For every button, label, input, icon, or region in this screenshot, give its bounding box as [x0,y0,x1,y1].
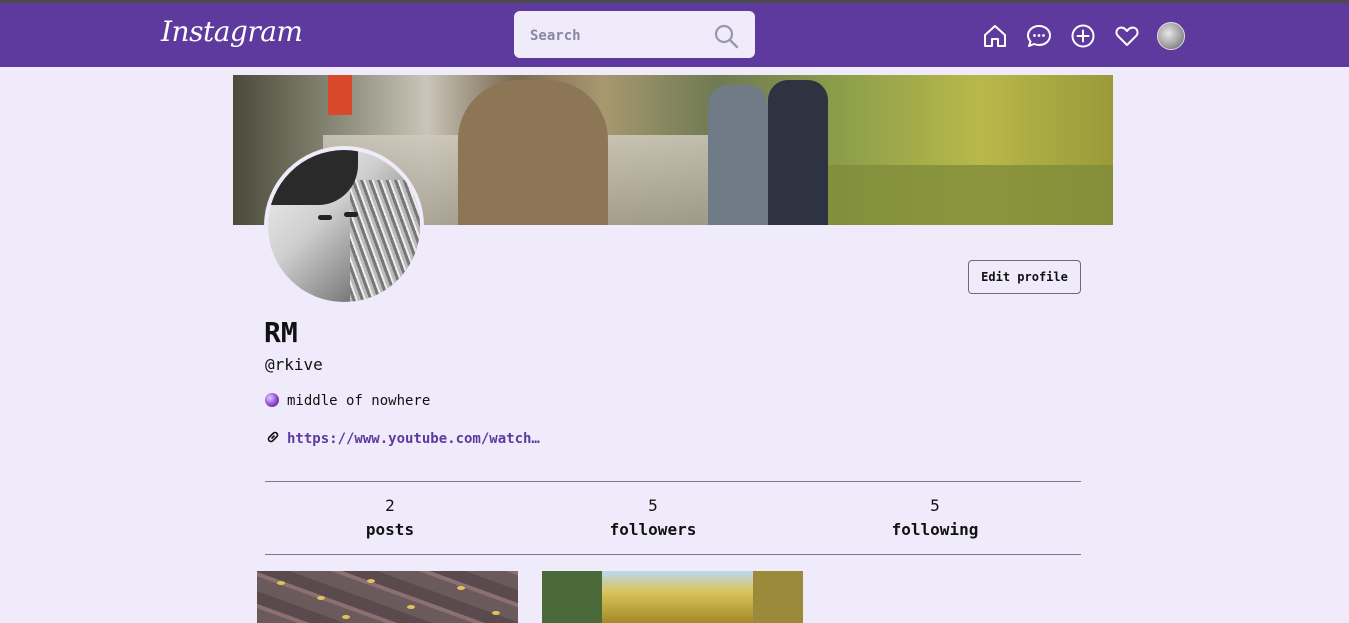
stat-value: 5 [648,496,658,515]
stats-bottom-divider [265,554,1081,555]
stat-value: 5 [930,496,940,515]
profile-picture [264,146,424,306]
stat-followers[interactable]: 5 followers [563,496,743,539]
search-input[interactable] [514,11,722,60]
search-icon[interactable] [713,23,739,49]
stats-top-divider [265,481,1081,482]
profile-name: RM [264,316,298,349]
crystal-ball-icon [265,393,279,407]
profile-link-row: https://www.youtube.com/watch… [265,429,540,447]
bio-text: middle of nowhere [287,393,431,409]
home-icon[interactable] [981,22,1009,50]
stat-posts[interactable]: 2 posts [300,496,480,539]
stat-value: 2 [385,496,395,515]
profile-link[interactable]: https://www.youtube.com/watch… [287,431,540,447]
search-box[interactable] [514,11,755,60]
edit-profile-button[interactable]: Edit profile [968,260,1081,294]
instagram-logo[interactable]: Instagram [161,15,303,48]
stat-label: following [891,520,979,539]
post-thumbnail[interactable] [542,571,803,623]
messages-icon[interactable] [1025,22,1053,50]
profile-avatar-icon[interactable] [1157,22,1185,50]
link-icon [267,431,279,443]
profile-bio: middle of nowhere [265,393,430,409]
profile-handle: @rkive [265,355,323,374]
stat-label: followers [609,520,697,539]
create-icon[interactable] [1069,22,1097,50]
post-thumbnail[interactable] [257,571,518,623]
stat-label: posts [365,520,415,539]
heart-icon[interactable] [1113,22,1141,50]
top-navbar: Instagram [0,3,1349,67]
stat-following[interactable]: 5 following [845,496,1025,539]
